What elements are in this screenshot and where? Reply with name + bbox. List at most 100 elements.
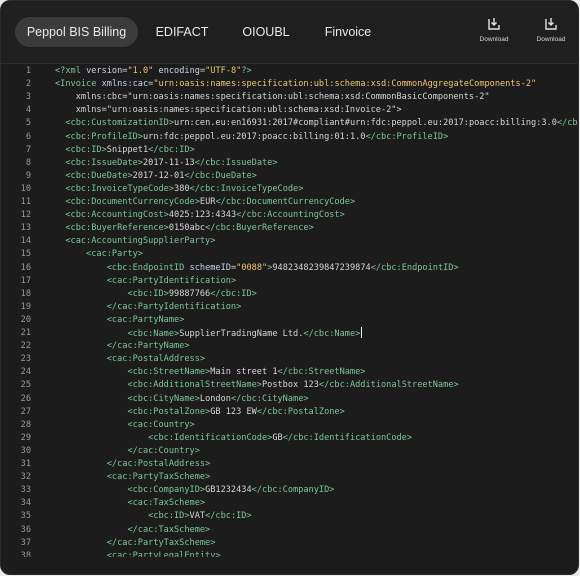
- code-line: 21 <cbc:Name>SupplierTradingName Ltd.</c…: [1, 327, 578, 340]
- download-button[interactable]: Download: [471, 17, 517, 43]
- line-text: <cbc:CityName>London</cbc:CityName>: [127, 393, 309, 404]
- tab-oioubl[interactable]: OIOUBL: [235, 17, 297, 47]
- line-text: <cac:AccountingSupplierParty>: [65, 236, 216, 247]
- line-text: </cac:PostalAddress>: [106, 459, 211, 469]
- line-number: 19: [20, 301, 31, 312]
- line-text: <cac:TaxScheme>: [127, 498, 206, 509]
- code-line: 27 <cbc:PostalZone>GB 123 EW</cbc:Postal…: [1, 406, 578, 419]
- line-text: xmlns:cbc="urn:oasis:names:specification…: [55, 92, 490, 103]
- code-line: 9 <cbc:DueDate>2017-12-01</cbc:DueDate>: [1, 170, 578, 183]
- download-button[interactable]: Download: [528, 17, 574, 43]
- code-line: 1 <?xml version="1.0" encoding="UTF-8"?>: [1, 65, 578, 78]
- line-number: 7: [25, 144, 31, 155]
- line-number: 22: [20, 341, 31, 352]
- line-text: </cac:TaxScheme>: [127, 524, 211, 535]
- code-line: 23 <cac:PostalAddress>: [1, 353, 578, 366]
- line-text: <Invoice xmlns:cac="urn:oasis:names:spec…: [55, 79, 537, 90]
- code-line: 11 <cbc:DocumentCurrencyCode>EUR</cbc:Do…: [1, 196, 578, 209]
- line-text: <cbc:DocumentCurrencyCode>EUR</cbc:Docum…: [65, 197, 356, 207]
- line-number: 18: [20, 288, 31, 299]
- code-line: 4 xmlns="urn:oasis:names:specification:u…: [1, 104, 578, 117]
- line-text: <cbc:BuyerReference>0150abc</cbc:BuyerRe…: [65, 223, 314, 234]
- tab-edifact[interactable]: EDIFACT: [151, 17, 213, 47]
- code-line: 7 <cbc:ID>Snippet1</cbc:ID>: [1, 144, 578, 157]
- line-number: 24: [20, 367, 31, 378]
- line-text: <cbc:IdentificationCode>GB</cbc:Identifi…: [148, 432, 413, 443]
- xml-code-editor[interactable]: 1 <?xml version="1.0" encoding="UTF-8"?> 2…: [1, 65, 578, 557]
- tab-finvoice[interactable]: Finvoice: [317, 17, 379, 47]
- code-line: 31 </cac:PostalAddress>: [1, 458, 578, 471]
- download-label: Download: [536, 36, 566, 43]
- line-number: 29: [20, 432, 31, 443]
- line-number: 26: [20, 393, 31, 404]
- line-text: <cbc:PostalZone>GB 123 EW</cbc:PostalZon…: [127, 406, 345, 417]
- line-number: 2: [25, 79, 31, 90]
- line-text: <cbc:DueDate>2017-12-01</cbc:DueDate>: [65, 170, 257, 181]
- line-number: 10: [20, 183, 31, 194]
- download-icon: [471, 17, 517, 31]
- line-number: 23: [20, 354, 31, 365]
- line-text: <cbc:CustomizationID>urn:cen.eu:en16931:…: [65, 118, 578, 129]
- line-number: 8: [25, 157, 31, 168]
- code-line: 24 <cbc:StreetName>Main street 1</cbc:St…: [1, 366, 578, 379]
- code-line: 17 <cac:PartyIdentification>: [1, 275, 578, 288]
- code-line: 30 </cac:Country>: [1, 445, 578, 458]
- code-line: 18 <cbc:ID>99887766</cbc:ID>: [1, 288, 578, 301]
- line-number: 15: [20, 249, 31, 260]
- code-line: 20 <cac:PartyName>: [1, 314, 578, 327]
- download-icon: [528, 17, 574, 31]
- download-label: Download: [479, 36, 509, 43]
- line-number: 28: [20, 419, 31, 430]
- line-number: 3: [25, 92, 31, 103]
- line-text: <cbc:StreetName>Main street 1</cbc:Stree…: [127, 367, 366, 378]
- line-text: <cbc:CompanyID>GB1232434</cbc:CompanyID>: [127, 485, 335, 496]
- code-line: 16 <cbc:EndpointID schemeID="0088">94823…: [1, 262, 578, 275]
- code-line: 15 <cac:Party>: [1, 248, 578, 261]
- code-line: 29 <cbc:IdentificationCode>GB</cbc:Ident…: [1, 432, 578, 445]
- code-line: 25 <cbc:AdditionalStreetName>Postbox 123…: [1, 379, 578, 392]
- code-line: 34 <cac:TaxScheme>: [1, 497, 578, 510]
- line-number: 35: [20, 511, 31, 522]
- line-text: <cbc:IssueDate>2017-11-13</cbc:IssueDate…: [65, 157, 278, 168]
- code-line: 33 <cbc:CompanyID>GB1232434</cbc:Company…: [1, 484, 578, 497]
- code-line: 19 </cac:PartyIdentification>: [1, 301, 578, 314]
- line-number: 30: [20, 445, 31, 456]
- line-text: <cbc:InvoiceTypeCode>380</cbc:InvoiceTyp…: [65, 183, 304, 194]
- line-number: 25: [20, 380, 31, 391]
- code-snippet-panel: Peppol BIS Billing EDIFACT OIOUBL Finvoi…: [0, 0, 579, 575]
- line-text: </cac:PartyName>: [106, 341, 190, 352]
- code-line: 28 <cac:Country>: [1, 419, 578, 432]
- bottom-fade: [1, 554, 578, 574]
- code-line: 8 <cbc:IssueDate>2017-11-13</cbc:IssueDa…: [1, 157, 578, 170]
- code-line: 36 </cac:TaxScheme>: [1, 524, 578, 537]
- code-line: 22 </cac:PartyName>: [1, 340, 578, 353]
- line-number: 34: [20, 498, 31, 509]
- line-number: 13: [20, 223, 31, 234]
- line-number: 1: [25, 66, 31, 76]
- line-number: 27: [20, 406, 31, 417]
- line-number: 14: [20, 236, 31, 247]
- code-line: 13 <cbc:BuyerReference>0150abc</cbc:Buye…: [1, 222, 578, 235]
- line-text: </cac:PartyIdentification>: [106, 301, 242, 312]
- line-text: <cbc:ID>VAT</cbc:ID>: [148, 511, 252, 522]
- line-text: <cac:PostalAddress>: [106, 354, 206, 365]
- line-text: xmlns="urn:oasis:names:specification:ubl…: [55, 105, 402, 116]
- code-line: 10 <cbc:InvoiceTypeCode>380</cbc:Invoice…: [1, 183, 578, 196]
- line-text: <cbc:Name>SupplierTradingName Ltd.</cbc:…: [127, 327, 363, 339]
- code-line: 3 xmlns:cbc="urn:oasis:names:specificati…: [1, 91, 578, 104]
- line-number: 36: [20, 524, 31, 535]
- line-number: 31: [20, 459, 31, 469]
- line-text: <cbc:AdditionalStreetName>Postbox 123</c…: [127, 380, 459, 391]
- line-text: <cac:PartyName>: [106, 314, 185, 325]
- line-number: 32: [20, 472, 31, 483]
- line-number: 21: [20, 328, 31, 338]
- code-line: 32 <cac:PartyTaxScheme>: [1, 471, 578, 484]
- line-number: 33: [20, 485, 31, 496]
- line-text: <cbc:EndpointID schemeID="0088">94823482…: [106, 262, 459, 273]
- line-number: 6: [25, 131, 31, 142]
- code-line: 6 <cbc:ProfileID>urn:fdc:peppol.eu:2017:…: [1, 131, 578, 144]
- line-text: <cbc:ID>99887766</cbc:ID>: [127, 288, 257, 299]
- code-line: 14 <cac:AccountingSupplierParty>: [1, 235, 578, 248]
- code-line: 26 <cbc:CityName>London</cbc:CityName>: [1, 393, 578, 406]
- tab-peppol-bis-billing[interactable]: Peppol BIS Billing: [15, 17, 138, 47]
